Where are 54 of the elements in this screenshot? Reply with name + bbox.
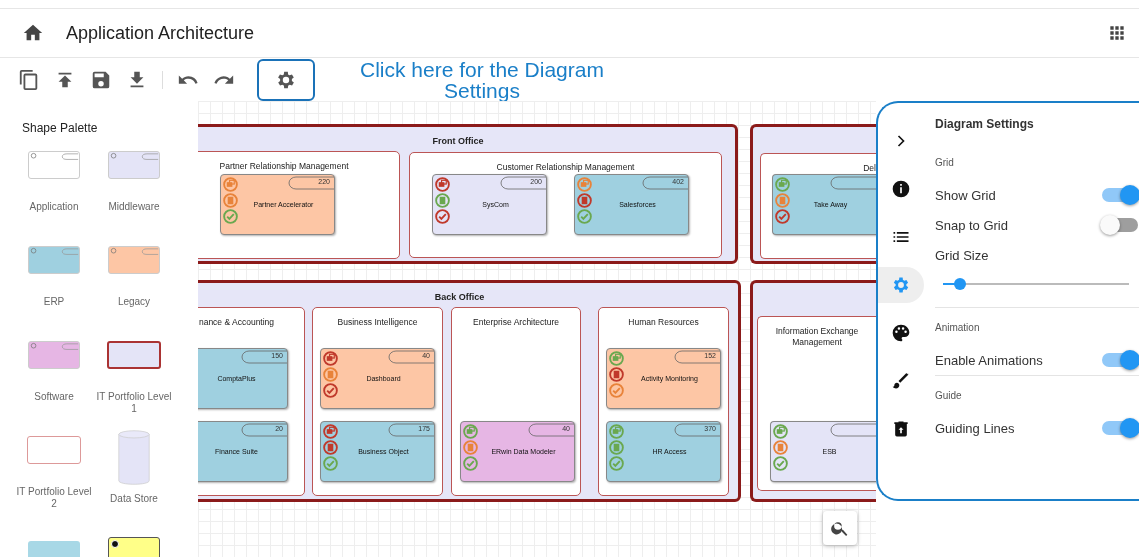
domain-title: Business Intelligence [337,317,418,328]
group-container[interactable] [198,280,741,502]
diagram-canvas[interactable] [198,101,876,557]
group-title: Back Office [434,292,485,303]
badge-shape [642,176,688,190]
badge-shape [674,423,720,437]
palette-title: Shape Palette [22,121,99,135]
container-shape[interactable] [107,341,161,369]
badge-shape [674,350,720,364]
badge-shape [288,176,334,190]
toggle-switch[interactable] [1102,421,1138,435]
badge-shape [830,176,876,190]
shape-label: IT Portfolio Level 2 [15,486,93,510]
shape-label: Software [34,391,74,403]
section-heading: Grid [935,157,955,168]
setting-label: Enable Animations [935,352,1043,368]
shape-label: Middleware [108,201,160,213]
setting-label: Snap to Grid [935,217,1008,233]
toggle-switch[interactable] [1102,218,1138,232]
toggle-switch[interactable] [1102,353,1138,367]
domain-title: Partner Relationship Management [219,161,349,172]
section-heading: Guide [935,390,963,401]
badge-shape [528,423,574,437]
setting-label: Show Grid [935,187,996,203]
domain-title: Del [863,163,876,174]
shape-label: Legacy [117,296,151,308]
setting-label: Guiding Lines [935,420,1015,436]
settings-icon[interactable] [878,267,924,303]
badge-shape [500,176,546,190]
panel-title: Diagram Settings [935,117,1035,131]
toggle-switch[interactable] [1102,188,1138,202]
zoom-button[interactable] [823,511,857,545]
page-title: Application Architecture [66,22,255,44]
shape-label: Application [29,201,79,213]
badge-shape [388,423,434,437]
domain-title: nance & Accounting [198,317,275,328]
callout-text: Click here for the Diagram Settings [359,58,605,101]
copy-icon[interactable] [18,68,40,91]
domain-title: Enterprise Architecture [473,317,559,328]
shape-label: ERP [43,296,65,308]
badge-shape [241,423,287,437]
badge-shape [388,350,434,364]
shape-label: IT Portfolio Level 1 [95,391,173,415]
domain-title: Customer Relationship Management [496,162,635,173]
shape-label: Data Store [110,493,158,505]
group-title: Front Office [432,136,484,147]
section-heading: Animation [935,322,981,333]
apps-grid-icon[interactable] [1107,23,1127,43]
domain-title: Human Resources [628,317,699,328]
badge-shape [830,423,876,437]
setting-label: Grid Size [935,248,990,263]
settings-button[interactable] [257,58,315,101]
badge-shape [241,350,287,364]
domain-title: Information Exchange Management [774,326,860,348]
